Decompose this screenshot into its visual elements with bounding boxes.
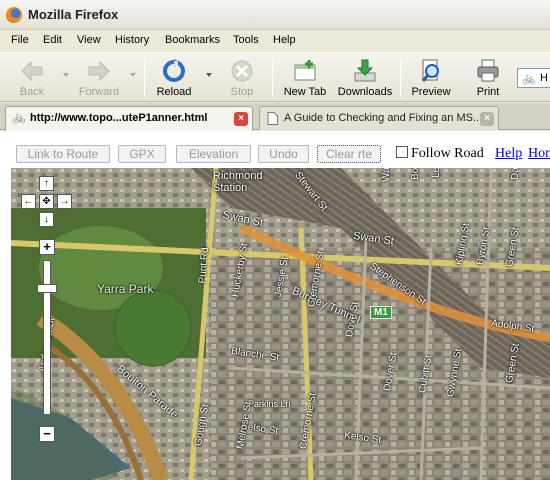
stop-button[interactable]: Stop [222,56,262,100]
close-tab-icon[interactable]: × [480,112,494,126]
downloads-icon [354,59,376,82]
menu-file[interactable]: File [11,34,29,46]
pan-down-icon[interactable]: ↓ [39,212,54,227]
new-tab-label: New Tab [283,86,327,98]
url-bar[interactable]: 🚲 H [517,68,550,88]
menu-history[interactable]: History [115,34,149,46]
downloads-label: Downloads [337,86,393,98]
follow-road-label: Follow Road [411,146,484,161]
title-bar: Mozilla Firefox [0,0,550,30]
elevation-button[interactable]: Elevation [176,145,251,163]
map-label-lennox: Lennox St [431,168,442,178]
tab-strip: 🚲 http://www.topo...uteP1anner.html × A … [0,103,550,131]
menu-tools[interactable]: Tools [233,34,259,46]
m1-route-shield: M1 [370,306,392,319]
toolbar-separator [272,59,273,97]
downloads-button[interactable]: Downloads [337,56,393,100]
back-label: Back [19,86,45,98]
gpx-button[interactable]: GPX [118,145,166,163]
help-link[interactable]: Help [495,146,522,162]
link-to-route-button[interactable]: Link to Route [16,145,110,163]
url-text: H [540,72,548,84]
menu-bookmarks[interactable]: Bookmarks [165,34,220,46]
back-history-dropdown[interactable] [63,73,69,77]
follow-road-checkbox[interactable]: Follow Road [396,146,484,162]
print-label: Print [476,86,500,98]
zoom-slider-handle[interactable] [37,284,57,293]
map-label-parkins: Parkins Ln [248,399,291,409]
forward-label: Forward [78,86,120,98]
pan-up-icon[interactable]: ↑ [39,176,54,191]
map-label-dando: Dando St [510,168,521,180]
tab-guide[interactable]: A Guide to Checking and Fixing an MS... … [259,106,499,130]
forward-history-dropdown[interactable] [130,73,136,77]
map-imagery [11,168,550,480]
clear-route-button[interactable]: Clear rte [317,145,381,163]
tab-label: A Guide to Checking and Fixing an MS... [284,112,483,124]
map-label-wangaratta: Wangaratta [381,168,392,182]
pan-center-icon[interactable]: ✥ [39,194,54,209]
toolbar-separator [400,59,401,97]
stop-icon [231,60,253,82]
reload-label: Reload [156,86,192,98]
menu-help[interactable]: Help [273,34,296,46]
home-link[interactable]: Hon [528,146,550,162]
printer-icon [477,59,499,82]
bike-icon: 🚲 [522,73,536,85]
reload-icon [163,59,185,82]
new-tab-button[interactable]: New Tab [281,56,329,100]
print-preview-button[interactable]: Preview [409,56,453,100]
zoom-in-button[interactable]: + [39,239,55,255]
checkbox[interactable] [396,146,408,158]
window-title: Mozilla Firefox [28,7,119,22]
document-icon [266,112,279,125]
undo-button[interactable]: Undo [258,145,309,163]
preview-label: Preview [411,86,451,98]
print-button[interactable]: Print [466,56,510,100]
toolbar-separator [144,59,145,97]
map-label-botherambo: Botherambo [410,168,421,180]
back-arrow-icon [21,60,43,82]
route-controls: Link to Route GPX Elevation Undo Clear r… [0,131,550,168]
map-label-richmond-station: Richmond Station [213,170,263,195]
print-preview-icon [421,59,439,82]
menu-edit[interactable]: Edit [43,34,62,46]
page-content: Link to Route GPX Elevation Undo Clear r… [0,131,550,480]
zoom-out-button[interactable]: − [39,426,55,442]
stop-label: Stop [230,86,254,98]
menu-view[interactable]: View [77,34,101,46]
bike-icon: 🚲 [12,112,26,124]
tab-label: http://www.topo...uteP1anner.html [30,112,208,124]
forward-button[interactable]: Forward [77,56,121,100]
firefox-window: Mozilla Firefox File Edit View History B… [0,0,550,480]
tab-route-planner[interactable]: 🚲 http://www.topo...uteP1anner.html × [5,106,253,131]
menu-bar: File Edit View History Bookmarks Tools H… [0,31,550,51]
reload-button[interactable]: Reload [152,56,196,100]
new-tab-icon [294,60,316,81]
pan-right-icon[interactable]: → [57,194,72,209]
navigation-toolbar: Back Forward Reload Stop New Tab Downloa… [0,52,550,102]
back-button[interactable]: Back [10,56,54,100]
map-label-yarra-park: Yarra Park [97,282,154,296]
satellite-map[interactable]: Richmond StationStewart StWangarattaBoth… [11,168,550,480]
reload-dropdown[interactable] [206,73,212,77]
forward-arrow-icon [88,60,110,82]
pan-left-icon[interactable]: ← [21,194,36,209]
firefox-icon [6,7,22,23]
close-tab-icon[interactable]: × [234,112,248,126]
